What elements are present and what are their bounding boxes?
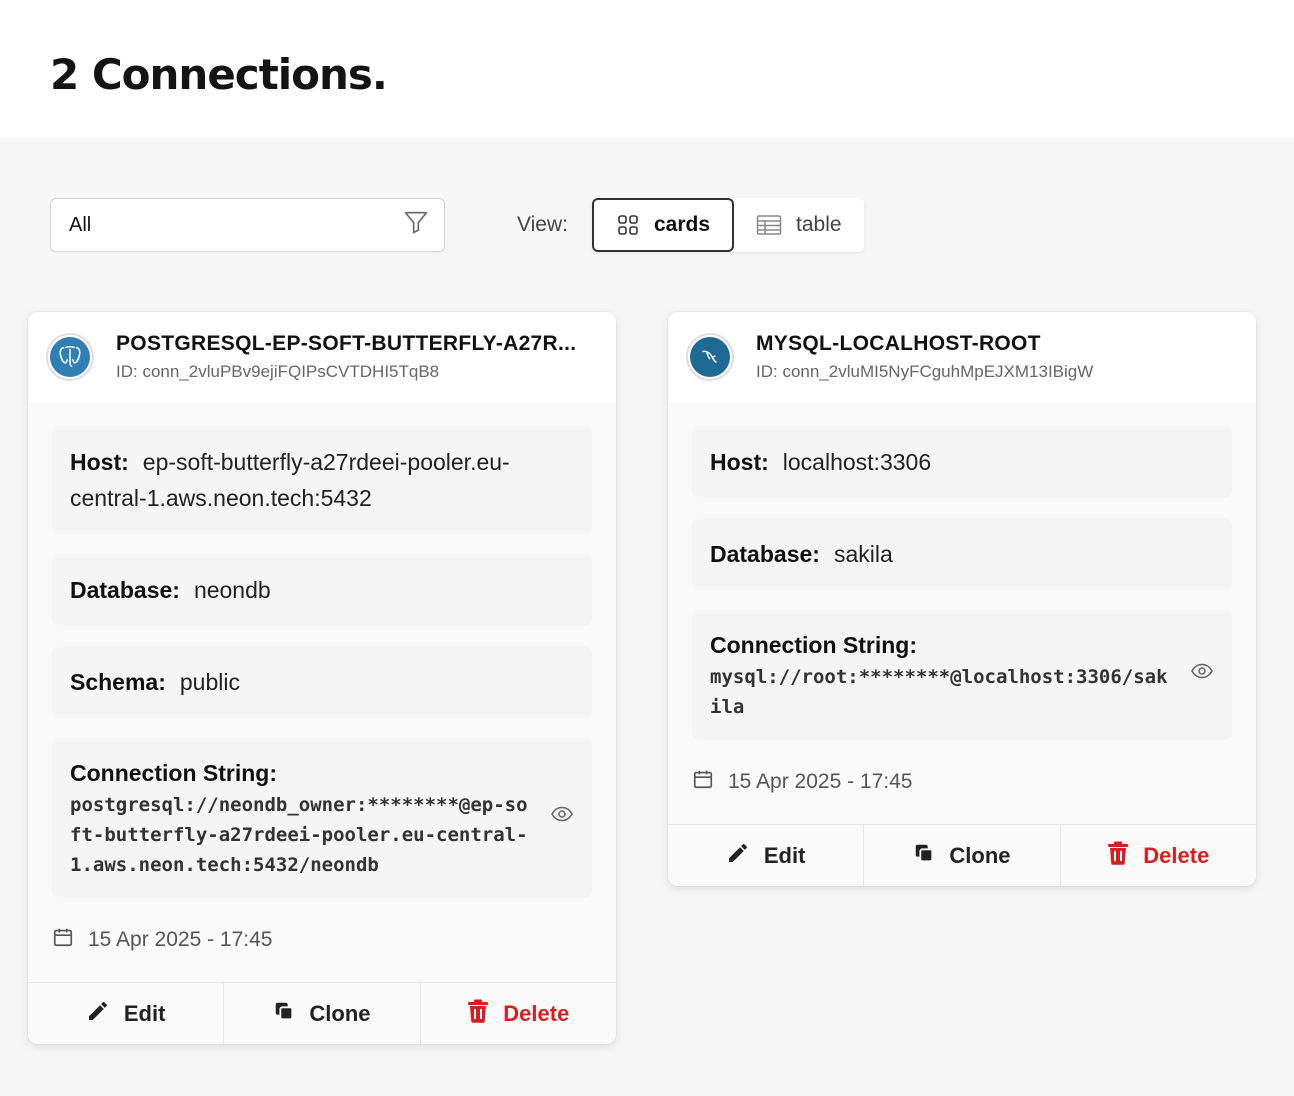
calendar-icon: [692, 768, 714, 796]
copy-icon: [273, 1000, 295, 1028]
connection-string-field: Connection String: mysql://root:********…: [692, 610, 1232, 740]
host-value: ep-soft-butterfly-a27rdeei-pooler.eu-cen…: [70, 449, 510, 511]
card-body: Host: ep-soft-butterfly-a27rdeei-pooler.e…: [28, 402, 616, 982]
clone-label: Clone: [309, 1000, 371, 1026]
toolbar: All View: cards table: [50, 198, 1294, 252]
clone-button[interactable]: Clone: [864, 825, 1061, 886]
connection-id: ID: conn_2vluMI5NyFCguhMpEJXM13IBigW: [756, 362, 1094, 381]
view-table-label: table: [796, 213, 842, 236]
host-label: Host:: [710, 449, 769, 475]
connection-string-field: Connection String: postgresql://neondb_o…: [52, 738, 592, 898]
connection-string-value: mysql://root:********@localhost:3306/sak…: [710, 666, 1168, 718]
view-cards-label: cards: [653, 213, 711, 236]
schema-value: public: [179, 669, 240, 695]
schema-field: Schema: public: [52, 646, 592, 718]
delete-button[interactable]: Delete: [1061, 825, 1256, 886]
database-label: Database:: [710, 541, 820, 567]
connection-string-label: Connection String:: [70, 760, 277, 786]
filter-icon: [402, 208, 430, 242]
database-value: neondb: [193, 577, 271, 603]
pencil-icon: [726, 841, 750, 871]
clone-label: Clone: [949, 842, 1011, 868]
card-header: MYSQL-LOCALHOST-ROOT ID: conn_2vluMI5NyF…: [668, 312, 1256, 402]
eye-icon[interactable]: [550, 800, 574, 836]
connection-filter-select[interactable]: All: [50, 198, 445, 252]
connection-card: POSTGRESQL-EP-SOFT-BUTTERFLY-A27R... ID:…: [28, 312, 616, 1044]
delete-button[interactable]: Delete: [421, 983, 616, 1044]
created-date-text: 15 Apr 2025 - 17:45: [88, 928, 273, 951]
edit-label: Edit: [763, 842, 806, 868]
clone-button[interactable]: Clone: [224, 983, 421, 1044]
view-label: View:: [517, 213, 568, 236]
mysql-logo-icon: [686, 333, 734, 381]
calendar-icon: [52, 926, 74, 954]
connection-string-value: postgresql://neondb_owner:********@ep-so…: [70, 794, 528, 876]
copy-icon: [913, 842, 935, 870]
eye-icon[interactable]: [1190, 657, 1214, 693]
database-field: Database: sakila: [692, 518, 1232, 590]
card-actions: Edit Clone Delete: [28, 982, 616, 1044]
table-icon: [756, 213, 782, 237]
created-date-text: 15 Apr 2025 - 17:45: [728, 770, 913, 793]
connection-name: MYSQL-LOCALHOST-ROOT: [756, 332, 1041, 355]
card-actions: Edit Clone Delete: [668, 824, 1256, 886]
host-value: localhost:3306: [782, 449, 932, 475]
database-value: sakila: [833, 541, 893, 567]
edit-button[interactable]: Edit: [28, 983, 225, 1044]
created-date: 15 Apr 2025 - 17:45: [52, 918, 592, 982]
view-table-button[interactable]: table: [734, 198, 864, 252]
card-body: Host: localhost:3306 Database: sakila Conn…: [668, 402, 1256, 824]
view-toggle: cards table: [591, 198, 864, 252]
host-label: Host:: [70, 449, 129, 475]
trash-icon: [1107, 841, 1129, 871]
database-label: Database:: [70, 577, 180, 603]
schema-label: Schema:: [70, 669, 166, 695]
grid-icon: [616, 213, 640, 237]
connection-id: ID: conn_2vluPBv9ejiFQIPsCVTDHI5TqB8: [116, 362, 440, 381]
card-header: POSTGRESQL-EP-SOFT-BUTTERFLY-A27R... ID:…: [28, 312, 616, 402]
connection-string-label: Connection String:: [710, 632, 917, 658]
filter-value: All: [69, 213, 92, 236]
created-date: 15 Apr 2025 - 17:45: [692, 760, 1232, 824]
pencil-icon: [86, 999, 110, 1029]
connection-name: POSTGRESQL-EP-SOFT-BUTTERFLY-A27R...: [116, 332, 577, 355]
host-field: Host: ep-soft-butterfly-a27rdeei-pooler.e…: [52, 426, 592, 534]
delete-label: Delete: [503, 1000, 570, 1026]
delete-label: Delete: [1143, 842, 1210, 868]
view-cards-button[interactable]: cards: [591, 198, 735, 252]
connection-card: MYSQL-LOCALHOST-ROOT ID: conn_2vluMI5NyF…: [668, 312, 1256, 886]
page-title: 2 Connections.: [50, 50, 388, 99]
page-header: 2 Connections.: [0, 0, 1294, 138]
edit-button[interactable]: Edit: [668, 825, 865, 886]
edit-label: Edit: [123, 1000, 166, 1026]
host-field: Host: localhost:3306: [692, 426, 1232, 498]
postgresql-logo-icon: [46, 333, 94, 381]
database-field: Database: neondb: [52, 554, 592, 626]
trash-icon: [467, 999, 489, 1029]
